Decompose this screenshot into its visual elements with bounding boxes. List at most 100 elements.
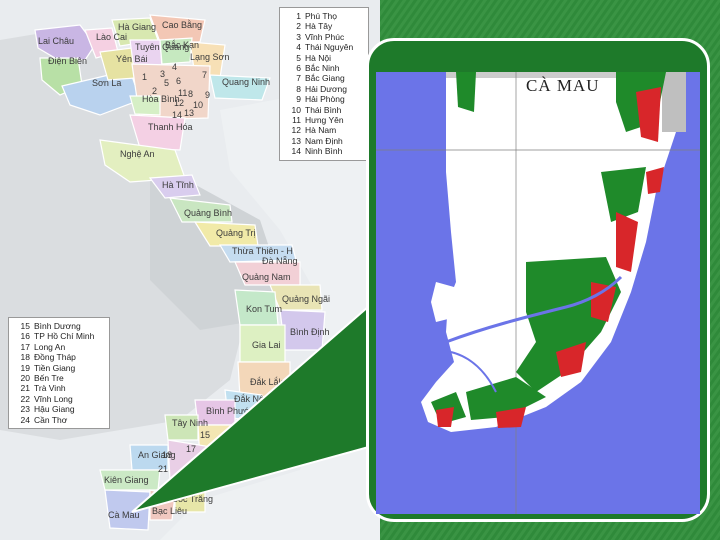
legend-south-number: 21 (20, 383, 30, 394)
legend-north-province-name: Hưng Yên (305, 115, 344, 126)
province-label-quang-nam: Quảng Nam (242, 272, 291, 282)
legend-south-row: 15 Bình Dương (14, 321, 104, 331)
province-label-soc-trang: Sóc Trăng (172, 494, 213, 504)
map-number-6: 6 (176, 76, 181, 86)
legend-south-number: 23 (20, 404, 30, 415)
province-label-dak-lak: Đắk Lắk (250, 377, 284, 387)
legend-south-province-name: Vĩnh Long (34, 393, 73, 404)
province-label-bac-lieu: Bạc Liêu (152, 506, 187, 516)
legend-south: 15 Bình Dương 16 TP Hồ Chí Minh 17 Long An 18 Đ… (8, 317, 110, 430)
legend-south-number: 16 (20, 331, 30, 342)
province-label-cao-bang: Cao Bằng (162, 20, 202, 30)
map-number-7: 7 (202, 70, 207, 80)
legend-north-province-name: Thái Nguyên (305, 42, 354, 53)
legend-south-number: 18 (20, 352, 30, 363)
legend-north-number: 4 (296, 42, 301, 53)
legend-north-province-name: Hà Tây (305, 21, 333, 32)
legend-south-province-name: Long An (34, 341, 66, 352)
legend-north-number: 8 (296, 83, 301, 94)
legend-south-row: 17 Long An (14, 342, 104, 352)
legend-south-row: 23 Hậu Giang (14, 404, 104, 414)
legend-north-row: 9 Hải Phòng (285, 94, 363, 104)
legend-north: 1 Phú Thọ 2 Hà Tây 3 Vĩnh Phúc 4 Thái Nguyên 5 Hà… (279, 7, 369, 161)
legend-north-number: 6 (296, 63, 301, 74)
province-label-da-nang: Đà Nẵng (262, 256, 298, 266)
province-label-lao-cai: Lào Cai (96, 32, 127, 42)
legend-south-row: 24 Cần Thơ (14, 415, 104, 425)
province-label-son-la: Sơn La (92, 78, 121, 88)
province-label-ca-mau: Cà Mau (108, 510, 140, 520)
legend-south-row: 22 Vĩnh Long (14, 394, 104, 404)
legend-north-number: 5 (296, 52, 301, 63)
legend-north-row: 8 Hải Dương (285, 84, 363, 94)
map-number-11: 11 (178, 88, 187, 98)
province-label-nghe-an: Nghệ An (120, 149, 155, 159)
legend-north-province-name: Thái Bình (305, 104, 342, 115)
province-label-dien-bien: Điện Biên (48, 56, 87, 66)
province-label-thanh-hoa: Thanh Hóa (148, 122, 193, 132)
legend-north-province-name: Bắc Giang (305, 73, 345, 84)
legend-south-province-name: Tiền Giang (34, 362, 76, 373)
legend-south-row: 18 Đồng Tháp (14, 352, 104, 362)
province-label-quang-ngai: Quảng Ngãi (282, 294, 330, 304)
legend-south-province-name: Bến Tre (34, 373, 64, 384)
ca-mau-landcover-drawing (376, 72, 700, 514)
legend-south-province-name: Đồng Tháp (34, 352, 76, 363)
legend-north-number: 9 (296, 94, 301, 105)
legend-north-province-name: Nam Định (305, 135, 343, 146)
province-label-kien-giang: Kiên Giang (104, 475, 149, 485)
legend-north-province-name: Bắc Ninh (305, 63, 340, 74)
map-number-5: 5 (164, 78, 169, 88)
legend-north-province-name: Hải Phòng (305, 94, 345, 105)
province-label-ha-tinh: Hà Tĩnh (162, 180, 194, 190)
province-label-binh-phuoc: Bình Phước (206, 406, 255, 416)
legend-north-row: 5 Hà Nội (285, 53, 363, 63)
map-number-4: 4 (172, 62, 177, 72)
legend-north-row: 7 Bắc Giang (285, 73, 363, 83)
legend-north-number: 11 (292, 115, 301, 126)
legend-north-number: 14 (291, 146, 301, 157)
legend-south-province-name: Cần Thơ (34, 414, 68, 425)
legend-south-province-name: Trà Vinh (34, 383, 66, 394)
province-label-lai-chau: Lai Châu (38, 36, 74, 46)
map-number-14: 14 (172, 110, 182, 120)
map-number-24: 24 (188, 478, 198, 488)
legend-south-number: 15 (20, 321, 30, 331)
legend-south-row: 19 Tiền Giang (14, 363, 104, 373)
province-label-dak-nong: Đắk Nông (234, 394, 274, 404)
map-number-8: 8 (188, 89, 193, 99)
province-label-lang-son: Lạng Sơn (190, 52, 229, 62)
province-label-tay-ninh: Tây Ninh (172, 418, 208, 428)
map-number-2: 2 (152, 86, 157, 96)
map-number-10: 10 (193, 100, 203, 110)
legend-south-row: 20 Bến Tre (14, 373, 104, 383)
legend-north-row: 13 Nam Định (285, 136, 363, 146)
legend-north-number: 2 (296, 21, 301, 32)
legend-north-row: 11 Hưng Yên (285, 115, 363, 125)
legend-north-row: 10 Thái Bình (285, 105, 363, 115)
legend-north-number: 7 (296, 73, 301, 84)
province-label-yen-bai: Yên Bái (116, 54, 148, 64)
legend-south-province-name: TP Hồ Chí Minh (34, 331, 95, 342)
map-number-18: 18 (162, 450, 172, 460)
map-number-21: 21 (158, 464, 168, 474)
legend-north-number: 12 (291, 125, 301, 136)
legend-south-number: 20 (20, 373, 30, 384)
legend-north-number: 10 (291, 104, 301, 115)
legend-north-number: 3 (296, 31, 301, 42)
legend-north-row: 14 Ninh Bình (285, 146, 363, 156)
legend-north-province-name: Hà Nội (305, 52, 331, 63)
legend-south-number: 22 (20, 393, 30, 404)
legend-north-row: 1 Phú Thọ (285, 11, 363, 21)
vietnam-map: Lai Châu Lào Cai Hà Giang Cao Bằng Điện Biên… (0, 0, 380, 540)
province-label-quang-tri: Quảng Trị (216, 228, 256, 238)
legend-north-number: 13 (291, 135, 301, 146)
map-number-1: 1 (142, 72, 147, 82)
province-label-thua-thien: Thừa Thiên - H (232, 246, 293, 256)
legend-north-row: 12 Hà Nam (285, 125, 363, 135)
province-label-kon-tum: Kon Tum (246, 304, 282, 314)
legend-south-number: 19 (20, 362, 30, 373)
map-number-17: 17 (186, 444, 196, 454)
legend-south-row: 21 Trà Vinh (14, 383, 104, 393)
province-label-binh-dinh: Bình Định (290, 327, 330, 337)
